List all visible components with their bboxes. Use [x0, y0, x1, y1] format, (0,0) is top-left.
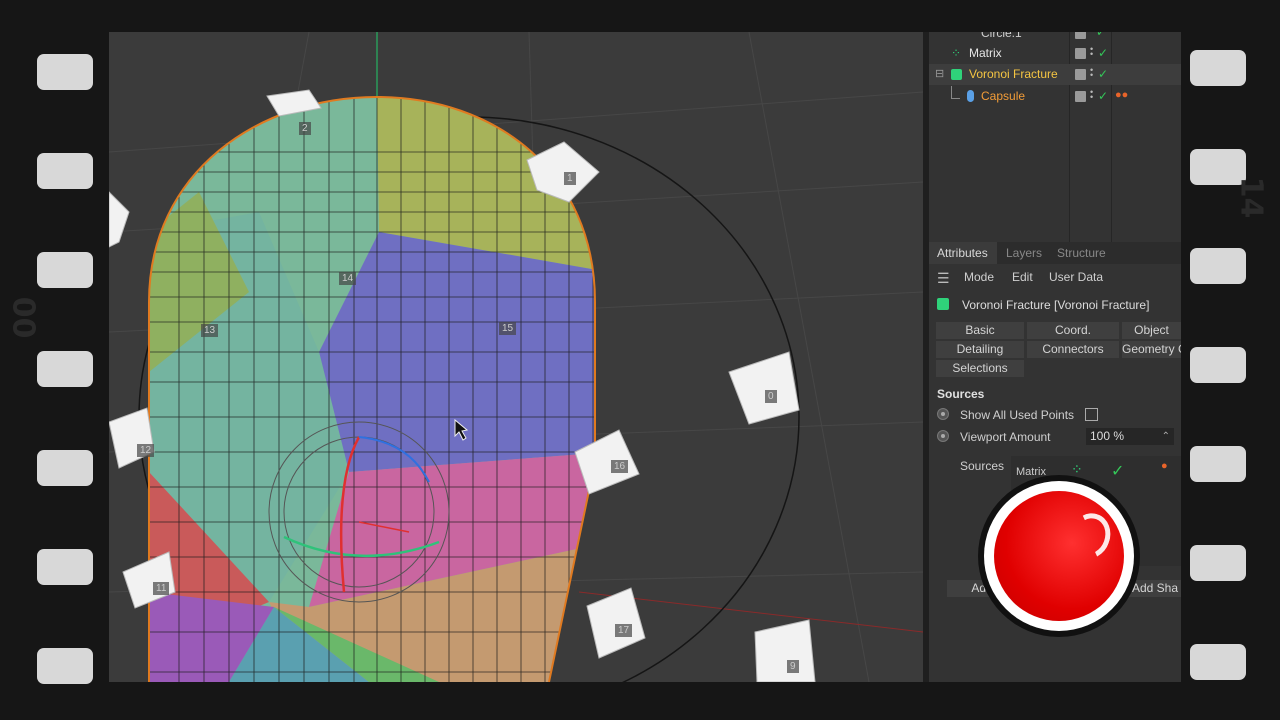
record-dot — [994, 491, 1124, 621]
sprocket-hole — [1190, 644, 1246, 680]
layer-dots-icon[interactable]: • • — [1090, 45, 1093, 59]
menu-user-data[interactable]: User Data — [1049, 270, 1103, 284]
fracture-tag-icon[interactable]: ●● — [1115, 89, 1128, 101]
show-all-used-points-label: Show All Used Points — [960, 408, 1075, 422]
menu-mode[interactable]: Mode — [964, 270, 994, 284]
point-label: 12 — [137, 444, 155, 457]
viewport-amount-label: Viewport Amount — [960, 430, 1051, 444]
sprocket-hole — [37, 351, 93, 387]
voronoi-cube-icon — [951, 69, 962, 80]
tab-structure[interactable]: Structure — [1057, 246, 1106, 260]
point-label: 15 — [499, 322, 517, 335]
geometry-glue-button[interactable]: Geometry Glue — [1122, 341, 1181, 358]
sources-section-title: Sources — [937, 387, 985, 401]
edit-tag-icon[interactable] — [1075, 48, 1086, 59]
show-all-used-points-checkbox[interactable] — [1085, 408, 1098, 421]
animate-radio-icon[interactable] — [937, 408, 949, 420]
sprocket-hole — [1190, 50, 1246, 86]
capsule-tag-icon: ● — [1161, 460, 1168, 472]
enabled-check-icon[interactable]: ✓ — [1098, 67, 1108, 81]
panel-tabs: Attributes Layers Structure — [929, 242, 1181, 264]
viewport-amount-value: 100 % — [1090, 429, 1125, 443]
layer-dots-icon[interactable]: • • — [1090, 88, 1093, 102]
stepper-icon[interactable]: ⌃ — [1162, 428, 1170, 445]
enabled-check-icon[interactable]: ✓ — [1098, 89, 1108, 103]
viewport-amount-input[interactable]: 100 % ⌃ — [1086, 428, 1174, 445]
animate-radio-icon[interactable] — [937, 430, 949, 442]
tab-layers[interactable]: Layers — [1006, 246, 1042, 260]
connectors-button[interactable]: Connectors — [1027, 341, 1119, 358]
film-edge-number: 00 — [5, 296, 41, 339]
point-label: 17 — [615, 624, 633, 637]
point-label: 9 — [787, 660, 799, 673]
edit-tag-icon[interactable] — [1075, 91, 1086, 102]
film-edge-number: 14 — [1233, 176, 1269, 219]
capsule-icon — [967, 90, 974, 102]
object-label: Circle.1 — [981, 32, 1022, 40]
add-shader-button[interactable]: Add Sha — [1129, 580, 1181, 597]
sprocket-hole — [37, 54, 93, 90]
point-label: 14 — [339, 272, 357, 285]
object-label: Voronoi Fracture — [969, 67, 1058, 81]
detailing-button[interactable]: Detailing — [936, 341, 1024, 358]
edit-tag-icon[interactable] — [1075, 69, 1086, 80]
hamburger-menu-icon[interactable]: ☰ — [937, 270, 950, 287]
object-title: Voronoi Fracture [Voronoi Fracture] — [962, 298, 1150, 312]
point-label: 0 — [765, 390, 777, 403]
sprocket-hole — [37, 648, 93, 684]
sources-list-label: Sources — [960, 459, 1005, 473]
point-label: 16 — [611, 460, 629, 473]
point-label: 13 — [201, 324, 219, 337]
layer-dots-icon[interactable]: • • — [1090, 66, 1093, 80]
basic-button[interactable]: Basic — [936, 322, 1024, 339]
sprocket-hole — [1190, 347, 1246, 383]
object-row-voronoi[interactable]: ⊟ Voronoi Fracture • • ✓ — [929, 64, 1181, 85]
sprocket-hole — [37, 450, 93, 486]
object-label: Capsule — [981, 89, 1026, 103]
object-button[interactable]: Object — [1122, 322, 1181, 339]
object-row-capsule[interactable]: Capsule • • ✓ ●● — [929, 86, 1181, 107]
tree-line-icon — [951, 86, 960, 99]
viewport-scene — [109, 32, 923, 682]
sprocket-hole — [37, 153, 93, 189]
object-label: Matrix — [969, 46, 1002, 60]
voronoi-cube-icon — [937, 298, 949, 310]
selections-button[interactable]: Selections — [936, 360, 1024, 377]
object-row-matrix[interactable]: ⁘ Matrix • • ✓ — [929, 43, 1181, 64]
sprocket-hole — [1190, 545, 1246, 581]
point-label: 2 — [299, 122, 311, 135]
enabled-check-icon[interactable]: ✓ — [1111, 461, 1124, 481]
enabled-check-icon[interactable]: ✓ — [1098, 46, 1108, 60]
point-label: 11 — [153, 582, 170, 595]
sprocket-hole — [37, 549, 93, 585]
3d-viewport[interactable]: 2 1 14 13 15 0 16 12 11 17 9 — [109, 32, 923, 682]
matrix-icon: ⁘ — [951, 46, 962, 60]
coord-button[interactable]: Coord. — [1027, 322, 1119, 339]
object-manager: Circle.1 ✓ ⁘ Matrix • • ✓ ⊟ Voronoi Fract… — [929, 32, 1181, 262]
sprocket-hole — [37, 252, 93, 288]
record-button-icon — [978, 475, 1140, 637]
tab-attributes[interactable]: Attributes — [937, 246, 988, 260]
point-label: 1 — [564, 172, 576, 185]
enabled-check-icon[interactable]: ✓ — [1096, 32, 1106, 39]
sprocket-hole — [1190, 446, 1246, 482]
sprocket-hole — [1190, 248, 1246, 284]
menu-edit[interactable]: Edit — [1012, 270, 1033, 284]
edit-tag-icon[interactable] — [1075, 32, 1086, 39]
expand-icon[interactable]: ⊟ — [935, 67, 944, 80]
